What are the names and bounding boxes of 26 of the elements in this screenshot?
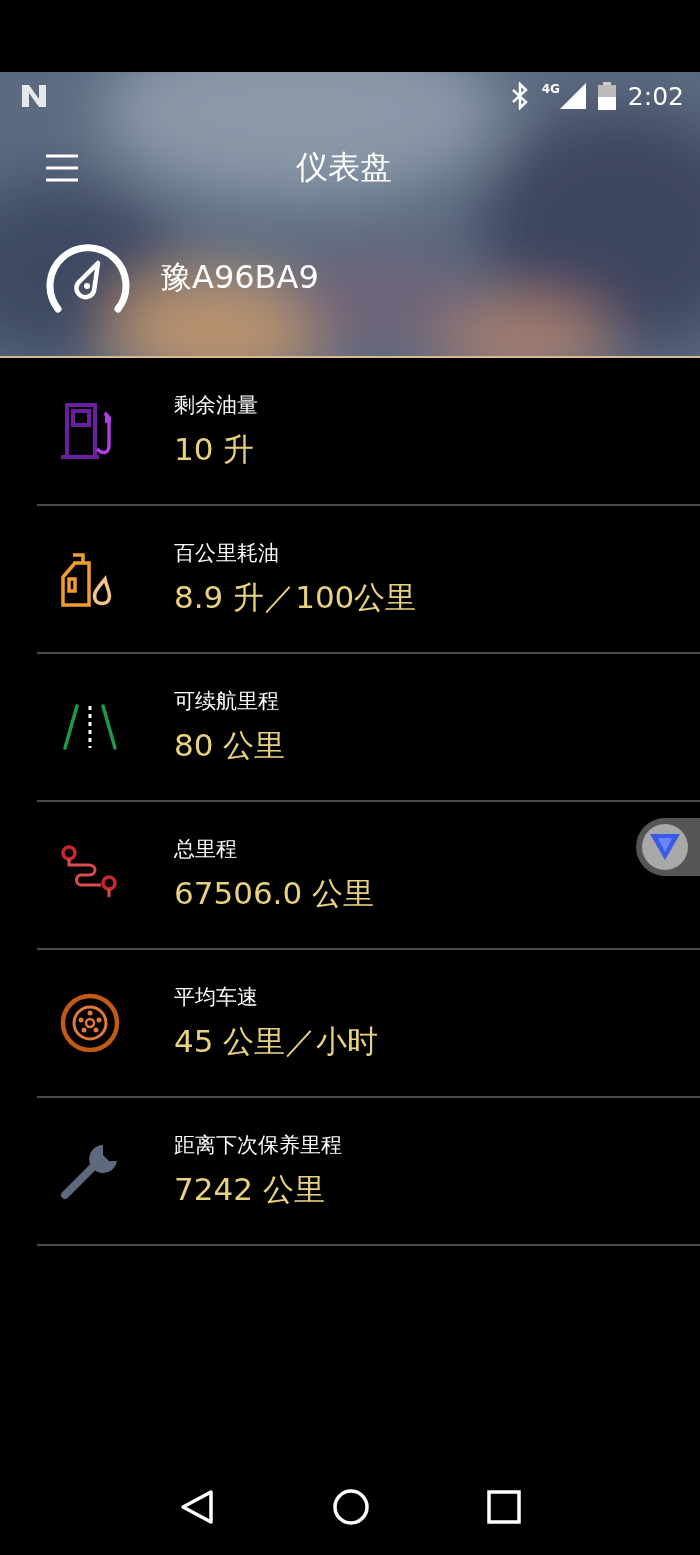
metric-label: 可续航里程 [174,688,280,715]
metric-value: 8.9 升／100公里 [174,578,417,617]
v-logo-icon [650,834,680,860]
metric-value: 45 公里／小时 [174,1022,379,1061]
metric-label: 距离下次保养里程 [174,1132,342,1159]
network-label: 4G [541,82,560,96]
metric-label: 百公里耗油 [174,540,280,567]
wheel-icon [59,992,121,1054]
home-button[interactable] [332,1488,370,1526]
menu-button[interactable] [44,153,80,183]
metric-value: 10 升 [174,430,256,469]
metric-value: 7242 公里 [174,1170,326,1209]
license-plate: 豫A96BA9 [160,257,319,298]
recents-button[interactable] [487,1490,522,1524]
metric-label: 总里程 [174,836,238,863]
gauge-icon [46,243,130,313]
signal-icon [559,83,586,109]
metric-value: 67506.0 公里 [174,874,375,913]
clock-time: 2:02 [627,81,684,111]
floating-assistant-button[interactable] [636,818,700,876]
app-title: 仪表盘 [296,147,392,188]
n-logo-icon [20,83,48,109]
metric-label: 平均车速 [174,984,259,1011]
back-button[interactable] [178,1489,215,1525]
metric-label: 剩余油量 [174,392,258,419]
metric-value: 80 公里 [174,726,286,765]
